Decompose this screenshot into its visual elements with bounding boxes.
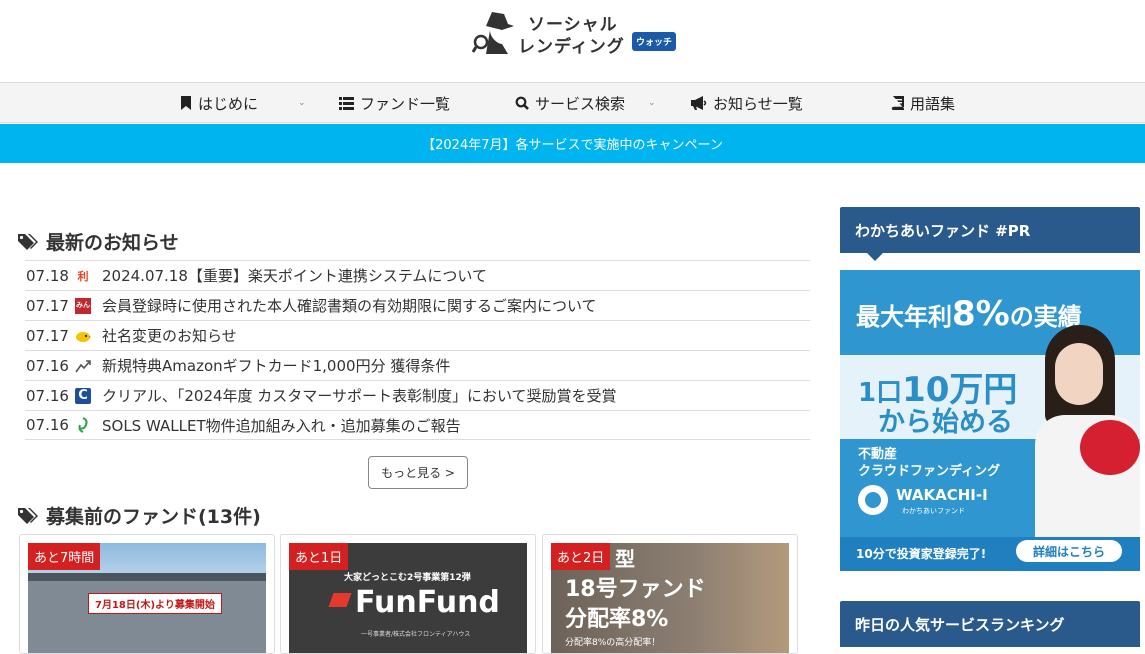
rimawari-logo-icon: 利 bbox=[77, 269, 89, 283]
nav-item-glossary[interactable]: 用語集 bbox=[891, 83, 955, 123]
nav-item-news-list[interactable]: お知らせ一覧 bbox=[690, 83, 803, 123]
fund-rate: 分配率8% bbox=[565, 607, 669, 632]
bird-logo-icon bbox=[75, 328, 91, 344]
megaphone-icon bbox=[690, 96, 707, 110]
news-item[interactable]: 07.17 社名変更のお知らせ bbox=[25, 320, 810, 350]
more-news-button[interactable]: もっと見る > bbox=[368, 456, 468, 489]
wakachi-logo-inner bbox=[865, 492, 881, 508]
news-section-title: 最新のお知らせ bbox=[18, 228, 179, 255]
main-nav: はじめに ⌄ ファンド一覧 サービス検索 ⌄ お知らせ一覧 用語集 bbox=[0, 82, 1145, 123]
news-list: 07.18 利 2024.07.18【重要】楽天ポイント連携システムについて 0… bbox=[25, 260, 810, 440]
ad-brand-sub: わかちあいファンド bbox=[902, 507, 965, 515]
fund-start-label: 7月18日(木)より募集開始 bbox=[88, 593, 222, 614]
book-icon bbox=[891, 96, 904, 110]
news-text: 2024.07.18【重要】楽天ポイント連携システムについて bbox=[102, 267, 487, 285]
fund-card-image: あと7時間 7月18日(木)より募集開始 bbox=[28, 543, 266, 653]
ad-headline-num: 8% bbox=[952, 294, 1010, 334]
fund-card[interactable]: あと1日 大家どっとこむ2号事業第12弾 FunFund 一号事業者/株式会社フ… bbox=[280, 534, 536, 654]
funfund-logo-icon bbox=[328, 593, 352, 607]
nav-item-hajimeni[interactable]: はじめに ⌄ bbox=[180, 83, 306, 123]
fund-card-image: あと1日 大家どっとこむ2号事業第12弾 FunFund 一号事業者/株式会社フ… bbox=[289, 543, 527, 653]
news-text: SOLS WALLET物件追加組み入れ・追加募集のご報告 bbox=[102, 416, 461, 435]
logo-line2: レンディング bbox=[518, 37, 625, 57]
arrow-logo-icon bbox=[75, 358, 91, 374]
sols-logo-icon bbox=[75, 417, 91, 433]
campaign-banner[interactable]: 【2024年7月】各サービスで実施中のキャンペーン bbox=[0, 124, 1145, 163]
site-logo[interactable]: ソーシャル レンディング ウォッチ bbox=[472, 8, 682, 58]
chevron-down-icon: ⌄ bbox=[648, 98, 656, 108]
nav-label: お知らせ一覧 bbox=[713, 94, 803, 113]
fund-brand: FunFund bbox=[355, 585, 500, 620]
nav-item-service-search[interactable]: サービス検索 ⌄ bbox=[515, 83, 656, 123]
fund-type-label: 型 bbox=[615, 547, 635, 571]
fund-card[interactable]: あと2日 型 18号ファンド 分配率8% 分配率8%の高分配率！ bbox=[542, 534, 798, 654]
nav-label: 用語集 bbox=[910, 94, 956, 113]
funds-section-title: 募集前のファンド(13件) bbox=[18, 502, 261, 529]
fund-rate-note: 分配率8%の高分配率！ bbox=[565, 638, 661, 648]
chevron-down-icon: ⌄ bbox=[298, 98, 306, 108]
sidebar-pr-title: わかちあいファンド #PR bbox=[855, 221, 1031, 240]
fund-countdown-badge: あと1日 bbox=[289, 543, 349, 570]
news-date: 07.17 bbox=[26, 326, 69, 345]
tags-icon bbox=[18, 507, 40, 525]
news-date: 07.18 bbox=[26, 266, 69, 285]
bookmark-icon bbox=[180, 96, 192, 110]
news-text: 新規特典Amazonギフトカード1,000円分 獲得条件 bbox=[102, 357, 451, 375]
building-illustration bbox=[28, 579, 266, 653]
news-text: クリアル、「2024年度 カスタマーサポート表彰制度」において奨励賞を受賞 bbox=[102, 387, 617, 405]
campaign-banner-text: 【2024年7月】各サービスで実施中のキャンペーン bbox=[422, 138, 723, 153]
wakachi-logo-icon bbox=[858, 485, 888, 515]
news-item[interactable]: 07.16 C クリアル、「2024年度 カスタマーサポート表彰制度」において奨… bbox=[25, 380, 810, 410]
nav-label: はじめに bbox=[198, 94, 259, 113]
site-header: ソーシャル レンディング ウォッチ bbox=[0, 0, 1145, 82]
fund-subtitle: 大家どっとこむ2号事業第12弾 bbox=[344, 573, 471, 583]
sidebar-ranking-title: 昨日の人気サービスランキング bbox=[855, 615, 1065, 634]
news-title-text: 最新のお知らせ bbox=[46, 232, 179, 254]
ad-brand: WAKACHI-I bbox=[896, 486, 988, 504]
fund-name: 18号ファンド bbox=[565, 577, 706, 602]
wakachiai-ad-banner[interactable]: 最大年利8%の実績 1口10万円 から始める 不動産 クラウドファンディング W… bbox=[840, 270, 1140, 571]
logo-badge: ウォッチ bbox=[632, 32, 677, 51]
fund-countdown-badge: あと7時間 bbox=[28, 543, 101, 570]
sidebar-pr-heading: わかちあいファンド #PR bbox=[840, 207, 1140, 261]
news-item[interactable]: 07.18 利 2024.07.18【重要】楽天ポイント連携システムについて bbox=[25, 260, 810, 290]
fund-countdown-badge: あと2日 bbox=[551, 543, 611, 570]
fund-card-image: あと2日 型 18号ファンド 分配率8% 分配率8%の高分配率！ bbox=[551, 543, 789, 653]
news-date: 07.17 bbox=[26, 296, 69, 315]
news-date: 07.16 bbox=[26, 416, 69, 434]
fund-card[interactable]: あと7時間 7月18日(木)より募集開始 bbox=[19, 534, 275, 654]
tags-icon bbox=[18, 233, 40, 251]
news-item[interactable]: 07.17 みん 会員登録時に使用された本人確認書類の有効期限に関するご案内につ… bbox=[25, 290, 810, 320]
nav-item-fund-list[interactable]: ファンド一覧 bbox=[339, 83, 450, 123]
crial-logo-icon: C bbox=[75, 387, 91, 404]
nav-label: ファンド一覧 bbox=[360, 94, 451, 113]
funds-title-text: 募集前のファンド(13件) bbox=[46, 506, 261, 528]
fund-operator: 一号事業者/株式会社フロンティアハウス bbox=[361, 631, 471, 638]
ad-footer-text: 10分で投資家登録完了! bbox=[856, 547, 987, 561]
piggy-bank bbox=[1080, 420, 1140, 475]
ad-headline-pre: 最大年利 bbox=[856, 303, 952, 331]
search-icon bbox=[515, 96, 529, 110]
building-roof bbox=[28, 573, 266, 581]
news-item[interactable]: 07.16 新規特典Amazonギフトカード1,000円分 獲得条件 bbox=[25, 350, 810, 380]
news-text: 社名変更のお知らせ bbox=[102, 327, 237, 345]
news-text: 会員登録時に使用された本人確認書類の有効期限に関するご案内について bbox=[102, 297, 597, 315]
news-date: 07.16 bbox=[26, 356, 69, 375]
sidebar-ranking-heading: 昨日の人気サービスランキング bbox=[840, 601, 1140, 647]
ad-person-image bbox=[1035, 325, 1140, 540]
detective-icon bbox=[472, 12, 514, 54]
heading-pointer bbox=[867, 253, 883, 261]
ad-line3: から始める bbox=[878, 407, 1013, 438]
news-date: 07.16 bbox=[26, 386, 69, 405]
ad-sub2: クラウドファンディング bbox=[858, 464, 1001, 479]
ad-cta-button[interactable]: 詳細はこちら bbox=[1016, 540, 1122, 562]
person-face bbox=[1055, 343, 1103, 405]
nav-label: サービス検索 bbox=[535, 94, 626, 113]
minna-fund-logo-icon: みん bbox=[75, 297, 91, 314]
list-icon bbox=[339, 96, 354, 110]
news-item[interactable]: 07.16 SOLS WALLET物件追加組み入れ・追加募集のご報告 bbox=[25, 410, 810, 440]
